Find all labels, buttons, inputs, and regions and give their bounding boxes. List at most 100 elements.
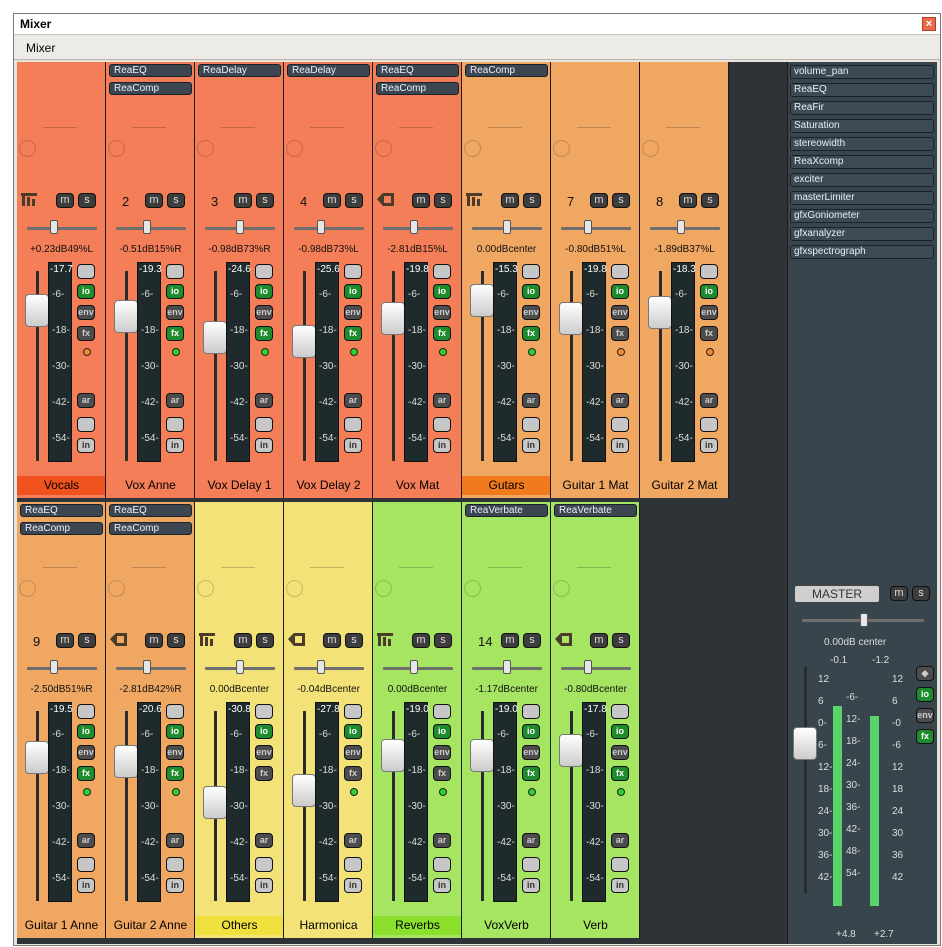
width-knob[interactable] — [19, 140, 36, 157]
solo-button[interactable]: s — [167, 193, 185, 208]
pan-slider[interactable] — [50, 220, 58, 234]
io-button[interactable]: io — [700, 284, 718, 299]
mute-button[interactable]: m — [234, 193, 252, 208]
record-arm-indicator[interactable] — [350, 348, 358, 356]
master-mute-button[interactable]: m — [890, 586, 908, 601]
mute-button[interactable]: m — [145, 193, 163, 208]
ar-button[interactable]: ar — [611, 393, 629, 408]
volume-fader[interactable] — [114, 300, 138, 334]
fx-button[interactable]: fx — [611, 766, 629, 781]
record-arm-indicator[interactable] — [83, 348, 91, 356]
record-arm-indicator[interactable] — [439, 348, 447, 356]
fx-slot[interactable]: ReaEQ — [109, 64, 192, 77]
solo-button[interactable]: s — [345, 193, 363, 208]
mono-button[interactable] — [77, 857, 95, 872]
track-name[interactable]: Vox Mat — [373, 476, 461, 495]
mute-button[interactable]: m — [412, 633, 430, 648]
mute-button[interactable]: m — [412, 193, 430, 208]
mono-button[interactable] — [255, 417, 273, 432]
input-button[interactable]: in — [433, 878, 451, 893]
mono-button[interactable] — [166, 417, 184, 432]
input-button[interactable]: in — [611, 438, 629, 453]
master-mono-button[interactable]: ◆ — [916, 666, 934, 681]
solo-button[interactable]: s — [78, 193, 96, 208]
mono-button[interactable] — [522, 857, 540, 872]
pan-slider[interactable] — [410, 660, 418, 674]
volume-fader[interactable] — [292, 774, 316, 808]
mono-button[interactable] — [344, 417, 362, 432]
ar-button[interactable]: ar — [255, 833, 273, 848]
phase-button[interactable] — [433, 704, 451, 719]
ar-button[interactable]: ar — [344, 393, 362, 408]
phase-button[interactable] — [166, 264, 184, 279]
track-name[interactable]: Vocals — [17, 476, 105, 495]
solo-button[interactable]: s — [256, 633, 274, 648]
record-arm-indicator[interactable] — [83, 788, 91, 796]
width-knob[interactable] — [108, 580, 125, 597]
width-knob[interactable] — [197, 140, 214, 157]
io-button[interactable]: io — [344, 724, 362, 739]
width-knob[interactable] — [553, 580, 570, 597]
phase-button[interactable] — [700, 264, 718, 279]
solo-button[interactable]: s — [701, 193, 719, 208]
record-arm-indicator[interactable] — [439, 788, 447, 796]
fx-button[interactable]: fx — [700, 326, 718, 341]
mono-button[interactable] — [611, 857, 629, 872]
mono-button[interactable] — [433, 417, 451, 432]
mute-button[interactable]: m — [679, 193, 697, 208]
io-button[interactable]: io — [344, 284, 362, 299]
fx-slot[interactable]: ReaComp — [20, 522, 103, 535]
master-fx-slot[interactable]: stereowidth — [790, 137, 934, 151]
mono-button[interactable] — [255, 857, 273, 872]
phase-button[interactable] — [611, 704, 629, 719]
track-name[interactable]: Guitar 2 Anne — [106, 916, 194, 935]
pan-slider[interactable] — [410, 220, 418, 234]
env-button[interactable]: env — [77, 745, 95, 760]
phase-button[interactable] — [255, 264, 273, 279]
solo-button[interactable]: s — [612, 633, 630, 648]
env-button[interactable]: env — [166, 745, 184, 760]
pan-slider[interactable] — [584, 660, 592, 674]
track-name[interactable]: Vox Anne — [106, 476, 194, 495]
env-button[interactable]: env — [700, 305, 718, 320]
phase-button[interactable] — [522, 264, 540, 279]
io-button[interactable]: io — [522, 724, 540, 739]
width-knob[interactable] — [553, 140, 570, 157]
volume-fader[interactable] — [381, 739, 405, 772]
fx-button[interactable]: fx — [255, 766, 273, 781]
volume-fader[interactable] — [292, 325, 316, 359]
phase-button[interactable] — [611, 264, 629, 279]
fx-slot[interactable]: ReaEQ — [109, 504, 192, 517]
track-name[interactable]: Guitar 1 Anne — [17, 916, 105, 935]
master-fx-slot[interactable]: masterLimiter — [790, 191, 934, 205]
input-button[interactable]: in — [344, 438, 362, 453]
folder-end-icon[interactable] — [288, 633, 305, 646]
phase-button[interactable] — [344, 704, 362, 719]
env-button[interactable]: env — [611, 305, 629, 320]
env-button[interactable]: env — [344, 745, 362, 760]
fx-slot[interactable]: ReaComp — [465, 64, 548, 77]
solo-button[interactable]: s — [523, 633, 541, 648]
ar-button[interactable]: ar — [166, 393, 184, 408]
io-button[interactable]: io — [77, 724, 95, 739]
mono-button[interactable] — [77, 417, 95, 432]
io-button[interactable]: io — [77, 284, 95, 299]
input-button[interactable]: in — [255, 878, 273, 893]
ar-button[interactable]: ar — [522, 833, 540, 848]
io-button[interactable]: io — [255, 284, 273, 299]
master-volume-fader[interactable] — [793, 727, 817, 760]
input-button[interactable]: in — [700, 438, 718, 453]
track-name[interactable]: VoxVerb — [462, 916, 550, 935]
track-name[interactable]: Guitar 1 Mat — [551, 476, 639, 495]
ar-button[interactable]: ar — [433, 833, 451, 848]
env-button[interactable]: env — [344, 305, 362, 320]
master-io-button[interactable]: io — [916, 687, 934, 702]
width-knob[interactable] — [197, 580, 214, 597]
io-button[interactable]: io — [166, 284, 184, 299]
fx-button[interactable]: fx — [166, 326, 184, 341]
volume-fader[interactable] — [470, 284, 494, 318]
solo-button[interactable]: s — [78, 633, 96, 648]
volume-fader[interactable] — [203, 321, 227, 355]
folder-end-icon[interactable] — [555, 633, 572, 646]
solo-button[interactable]: s — [345, 633, 363, 648]
